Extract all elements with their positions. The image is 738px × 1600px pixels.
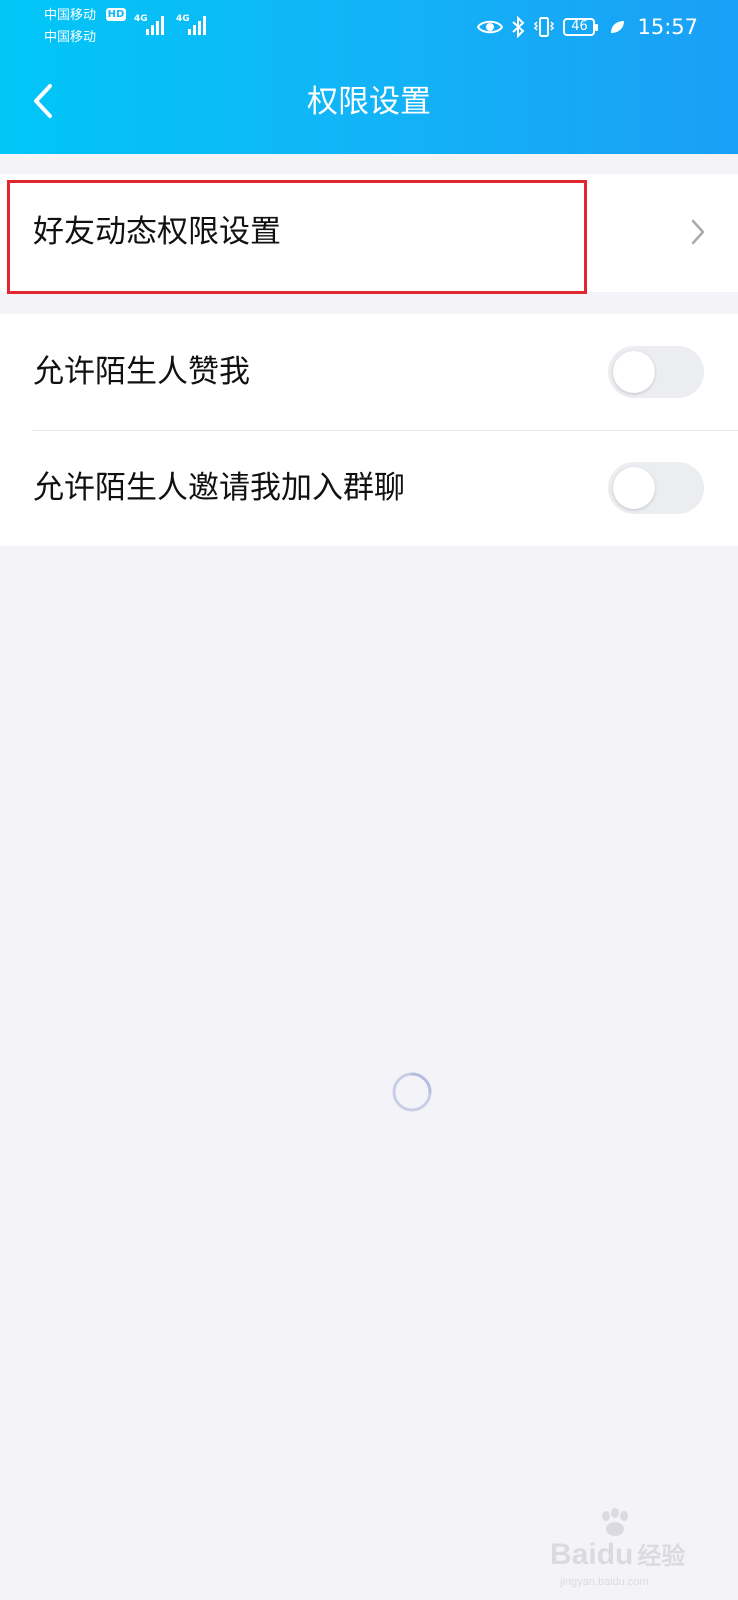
friend-feed-permission-row[interactable]: 好友动态权限设置 bbox=[0, 174, 738, 290]
toggle-knob bbox=[613, 351, 655, 393]
allow-stranger-like-toggle[interactable] bbox=[608, 346, 704, 398]
battery-icon: 46 bbox=[563, 18, 599, 36]
row-label: 允许陌生人赞我 bbox=[33, 354, 250, 390]
row-label: 允许陌生人邀请我加入群聊 bbox=[33, 470, 405, 506]
paw-icon bbox=[602, 1508, 628, 1536]
watermark-brand-2: du bbox=[596, 1538, 634, 1571]
allow-stranger-group-invite-toggle[interactable] bbox=[608, 462, 704, 514]
toggle-knob bbox=[613, 467, 655, 509]
signal-strength-icon bbox=[188, 16, 206, 35]
eye-icon bbox=[477, 20, 504, 34]
signal-strength-icon bbox=[146, 16, 164, 35]
leaf-icon bbox=[611, 21, 625, 33]
hd-badge: HD bbox=[106, 8, 126, 21]
watermark-url: jingyan.baidu.com bbox=[560, 1576, 649, 1588]
baidu-jingyan-watermark: Baidu 经验 jingyan.baidu.com bbox=[550, 1508, 700, 1588]
carrier-name-2: 中国移动 bbox=[44, 30, 97, 45]
app-header: 中国移动 HD 中国移动 4G 4G 46 15:57 权限设置 bbox=[0, 0, 738, 154]
bluetooth-icon bbox=[512, 16, 525, 38]
watermark-product: 经验 bbox=[637, 1542, 686, 1570]
status-bar: 中国移动 HD 中国移动 4G 4G 46 15:57 bbox=[0, 0, 738, 54]
allow-stranger-like-row: 允许陌生人赞我 bbox=[0, 314, 738, 431]
loading-spinner-icon bbox=[392, 1072, 432, 1112]
watermark-logo-text: Baidu 经验 bbox=[550, 1536, 685, 1572]
chevron-right-icon bbox=[691, 219, 705, 245]
status-time: 15:57 bbox=[637, 15, 698, 39]
navigation-bar: 权限设置 bbox=[0, 54, 738, 154]
carrier-name-1: 中国移动 bbox=[44, 8, 97, 23]
page-title: 权限设置 bbox=[307, 84, 431, 120]
settings-section-stranger: 允许陌生人赞我 允许陌生人邀请我加入群聊 bbox=[0, 314, 738, 546]
vibrate-icon bbox=[534, 17, 555, 37]
allow-stranger-group-invite-row: 允许陌生人邀请我加入群聊 bbox=[0, 430, 738, 546]
settings-section-feed: 好友动态权限设置 bbox=[0, 174, 738, 292]
status-icons: 46 15:57 bbox=[477, 12, 698, 42]
watermark-brand: Bai bbox=[550, 1538, 597, 1571]
row-label: 好友动态权限设置 bbox=[33, 214, 281, 250]
